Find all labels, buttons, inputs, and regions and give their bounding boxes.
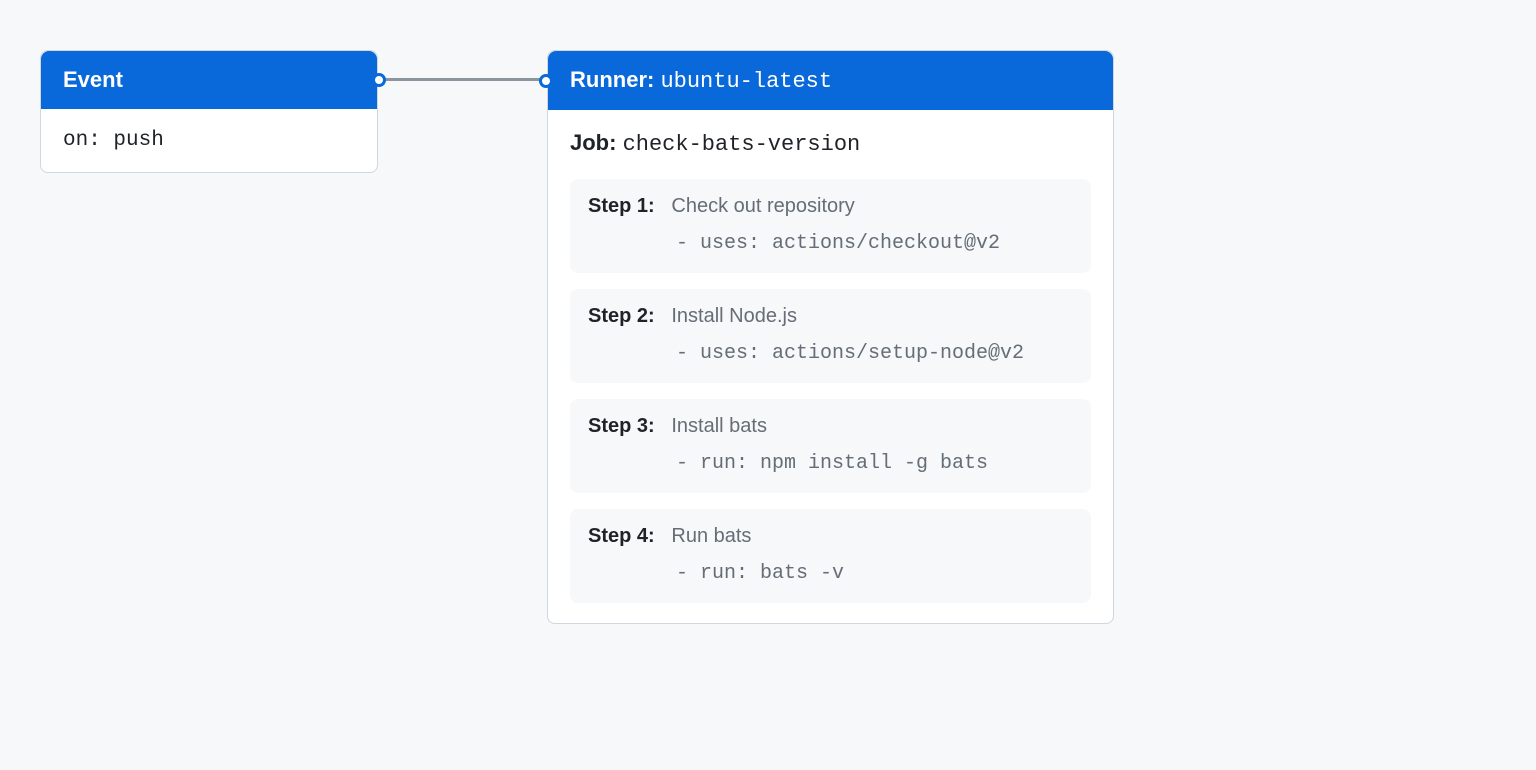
step-title: Step 4: Run bats — [588, 525, 1073, 548]
runner-card-header: Runner: ubuntu-latest — [548, 51, 1113, 110]
connector-dot-icon — [372, 73, 386, 87]
job-value: check-bats-version — [623, 132, 861, 157]
runner-header-value: ubuntu-latest — [660, 69, 832, 94]
runner-card: Runner: ubuntu-latest Job: check-bats-ve… — [547, 50, 1114, 624]
event-card-body: on: push — [41, 109, 377, 172]
step-item: Step 2: Install Node.js - uses: actions/… — [570, 289, 1091, 383]
connector-line — [378, 78, 548, 81]
event-trigger-value: push — [113, 129, 163, 152]
step-command: - run: npm install -g bats — [588, 452, 1073, 475]
step-title: Step 3: Install bats — [588, 415, 1073, 438]
runner-header-label: Runner: — [570, 67, 654, 92]
step-item: Step 1: Check out repository - uses: act… — [570, 179, 1091, 273]
job-label: Job: — [570, 130, 616, 155]
step-name: Run bats — [671, 525, 751, 547]
event-card: Event on: push — [40, 50, 378, 173]
job-row: Job: check-bats-version — [570, 130, 1091, 157]
step-title: Step 1: Check out repository — [588, 195, 1073, 218]
step-item: Step 3: Install bats - run: npm install … — [570, 399, 1091, 493]
step-command: - uses: actions/setup-node@v2 — [588, 342, 1073, 365]
step-command: - run: bats -v — [588, 562, 1073, 585]
step-item: Step 4: Run bats - run: bats -v — [570, 509, 1091, 603]
step-number: Step 2: — [588, 305, 655, 327]
step-command: - uses: actions/checkout@v2 — [588, 232, 1073, 255]
step-number: Step 4: — [588, 525, 655, 547]
workflow-diagram: Event on: push Runner: ubuntu-latest Job… — [0, 0, 1536, 674]
steps-list: Step 1: Check out repository - uses: act… — [570, 179, 1091, 603]
runner-card-body: Job: check-bats-version Step 1: Check ou… — [548, 110, 1113, 623]
step-title: Step 2: Install Node.js — [588, 305, 1073, 328]
event-card-header: Event — [41, 51, 377, 109]
step-number: Step 3: — [588, 415, 655, 437]
step-name: Install Node.js — [671, 305, 797, 327]
event-trigger-key: on: — [63, 129, 101, 152]
step-name: Install bats — [671, 415, 767, 437]
event-header-label: Event — [63, 67, 123, 92]
step-number: Step 1: — [588, 195, 655, 217]
step-name: Check out repository — [671, 195, 854, 217]
connector-dot-icon — [539, 74, 553, 88]
